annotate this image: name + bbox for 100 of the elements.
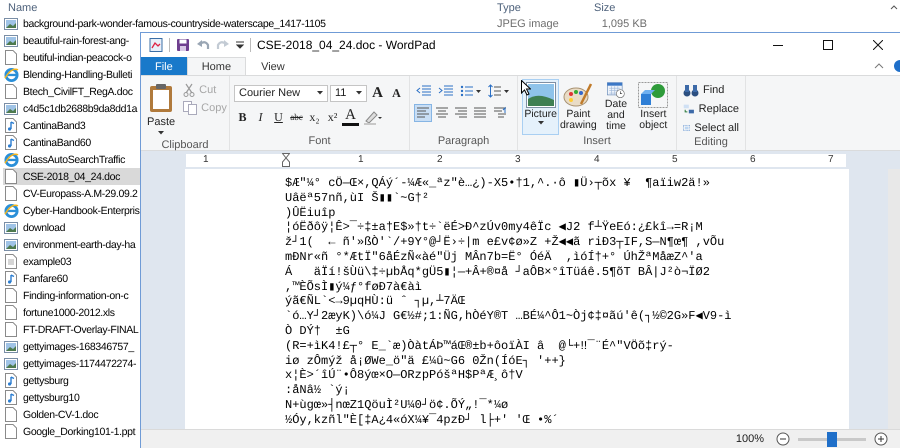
document-file-icon bbox=[5, 84, 17, 99]
file-row[interactable]: gettyimages-1174472274- bbox=[3, 355, 140, 372]
file-row[interactable]: fortune1000-2012.xls bbox=[3, 304, 140, 321]
document-file-icon bbox=[5, 288, 17, 303]
file-row[interactable]: example03 bbox=[3, 253, 140, 270]
insert-button[interactable]: Date and time bbox=[597, 79, 635, 135]
font-size-field[interactable]: 11 bbox=[330, 84, 367, 102]
file-name: CantinaBand60 bbox=[23, 136, 91, 148]
file-row[interactable]: CSE-2018_04_24.doc bbox=[3, 168, 140, 185]
file-name: download bbox=[23, 222, 66, 234]
insert-button[interactable]: Paint drawing bbox=[559, 79, 598, 135]
document-text-line: N+ùgœ»┤nœZ1QöuÌ²U¼0┘ö¢.ÕÝ„!¯*¼ø bbox=[285, 398, 510, 413]
font-color-button[interactable]: A bbox=[342, 108, 359, 126]
file-name: Finding-information-on-c bbox=[23, 290, 128, 302]
highlighter-icon[interactable] bbox=[363, 109, 383, 125]
file-row[interactable]: beautiful-rain-forest-ang- bbox=[3, 32, 140, 49]
collapse-ribbon-icon[interactable] bbox=[874, 63, 884, 69]
line-spacing-icon[interactable] bbox=[488, 84, 510, 98]
shrink-font-button[interactable]: A bbox=[388, 84, 405, 102]
editing-button[interactable]: Select all bbox=[681, 120, 741, 136]
ruler-number: 3 bbox=[515, 154, 521, 164]
file-row[interactable]: FT-DRAFT-Overlay-FINAL bbox=[3, 321, 140, 338]
document-text-line: ½Óy,kzñl"È[‡A¿4«óX¼¥¯4pzÐ┘ l├+' 'Œ •%´ bbox=[285, 412, 560, 428]
format-button[interactable]: U bbox=[270, 108, 287, 126]
document-page[interactable] bbox=[185, 169, 849, 429]
file-row[interactable]: download bbox=[3, 219, 140, 236]
file-name: beautiful-rain-forest-ang- bbox=[23, 34, 129, 46]
file-row[interactable]: Finding-information-on-c bbox=[3, 287, 140, 304]
file-row[interactable]: Google_Dorking101-1.ppt bbox=[3, 423, 140, 440]
document-file-icon bbox=[5, 305, 17, 320]
file-row[interactable]: ClassAutoSearchTraffic bbox=[3, 151, 140, 168]
file-row[interactable]: CantinaBand60 bbox=[3, 134, 140, 151]
file-row[interactable]: gettyimages-168346757_ bbox=[3, 338, 140, 355]
column-header[interactable]: Name bbox=[8, 2, 38, 14]
customize-dropdown-icon[interactable] bbox=[236, 41, 244, 49]
file-type: JPEG image bbox=[497, 18, 559, 30]
close-icon[interactable] bbox=[873, 40, 883, 50]
ruler-number: 1 bbox=[358, 154, 364, 164]
file-name: fortune1000-2012.xls bbox=[23, 306, 115, 318]
file-name: gettysburg10 bbox=[23, 392, 80, 404]
file-row[interactable]: gettysburg bbox=[3, 372, 140, 389]
ribbon-tab[interactable]: File bbox=[141, 57, 187, 75]
paste-button[interactable]: Paste bbox=[145, 79, 178, 139]
file-row[interactable]: gettysburg10 bbox=[3, 389, 140, 406]
file-name: background-park-wonder-famous-countryside-waterscape_1417-1105 bbox=[23, 18, 326, 30]
format-button[interactable]: x₂ bbox=[306, 108, 323, 126]
editing-button[interactable]: Find bbox=[681, 82, 741, 98]
format-button[interactable]: abc bbox=[288, 108, 305, 126]
increase-indent-icon[interactable] bbox=[438, 84, 454, 98]
ruler-number: 6 bbox=[750, 154, 756, 164]
file-row[interactable]: c4d5c1db2688b9da8dd1a bbox=[3, 100, 140, 117]
file-name: example03 bbox=[23, 256, 72, 268]
file-name: FT-DRAFT-Overlay-FINAL bbox=[23, 324, 138, 336]
file-row[interactable]: beutiful-indian-peacock-o bbox=[3, 49, 140, 66]
column-header[interactable]: Type bbox=[497, 2, 521, 14]
image-file-icon bbox=[4, 340, 18, 352]
document-file-icon bbox=[5, 424, 17, 439]
scissors-icon bbox=[183, 83, 196, 97]
column-header[interactable]: Size bbox=[594, 2, 616, 14]
file-row[interactable]: Blending-Handling-Bulleti bbox=[3, 66, 140, 83]
file-row[interactable]: CantinaBand3 bbox=[3, 117, 140, 134]
editing-button[interactable]: Replace bbox=[681, 101, 741, 117]
grow-font-button[interactable]: A bbox=[369, 84, 386, 102]
bullet-list-icon[interactable] bbox=[460, 84, 482, 98]
file-row[interactable]: Fanfare60 bbox=[3, 270, 140, 287]
ruler-number: 5 bbox=[672, 154, 678, 164]
file-name: CantinaBand3 bbox=[23, 120, 86, 132]
file-row[interactable]: Btech_CivilFT_RegA.doc bbox=[3, 83, 140, 100]
format-button[interactable]: I bbox=[252, 108, 269, 126]
file-row[interactable]: environment-earth-day-ha bbox=[3, 236, 140, 253]
decrease-indent-icon[interactable] bbox=[416, 84, 432, 98]
ribbon-tab[interactable]: Home bbox=[186, 57, 246, 75]
file-name: environment-earth-day-ha bbox=[23, 238, 136, 250]
document-file-icon bbox=[5, 50, 17, 65]
file-row[interactable]: CV-Europass-A.M-29.09.2 bbox=[3, 185, 140, 202]
font-name-field[interactable]: Courier New bbox=[234, 84, 328, 102]
align-left-icon[interactable] bbox=[414, 104, 432, 122]
file-row[interactable]: background-park-wonder-famous-countryside-waterscape_1417-1105 JPEG image 1,095 KB bbox=[3, 15, 653, 32]
zoom-slider-thumb[interactable] bbox=[827, 432, 837, 446]
format-button[interactable]: B bbox=[234, 108, 251, 126]
scroll-up-icon[interactable] bbox=[890, 5, 898, 10]
document-file-icon bbox=[5, 169, 17, 184]
save-icon[interactable] bbox=[176, 38, 190, 52]
caret-icon bbox=[538, 121, 544, 125]
image-file-icon bbox=[4, 358, 18, 370]
file-name: gettyimages-1174472274- bbox=[23, 358, 136, 370]
format-button[interactable]: x² bbox=[324, 108, 341, 126]
maximize-icon[interactable] bbox=[823, 40, 833, 50]
ribbon-tab[interactable]: View bbox=[246, 57, 300, 75]
insert-button[interactable]: Insert object bbox=[634, 79, 672, 135]
wordpad-app-icon bbox=[149, 38, 163, 52]
zoom-out-icon[interactable] bbox=[776, 432, 790, 446]
file-row[interactable]: Golden-CV-1.doc bbox=[3, 406, 140, 423]
document-text-line: Uâëª57nñ,ùI Š▮▮`~G†² bbox=[285, 190, 430, 206]
file-name: gettysburg bbox=[23, 374, 69, 386]
indent-marker-icon[interactable] bbox=[282, 152, 290, 166]
insert-button[interactable]: Picture bbox=[522, 79, 560, 135]
zoom-in-icon[interactable] bbox=[874, 432, 888, 446]
binoculars-icon bbox=[683, 83, 699, 97]
file-row[interactable]: Cyber-Handbook-Enterpris bbox=[3, 202, 140, 219]
